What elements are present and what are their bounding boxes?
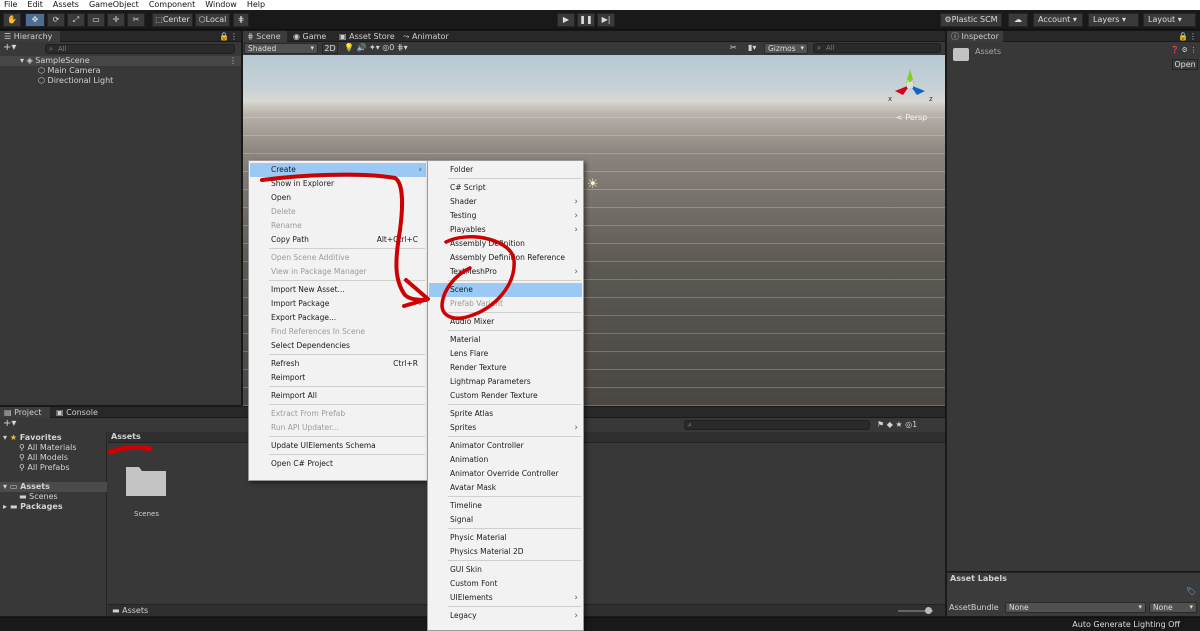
annotation-overlay (107, 172, 516, 455)
annotation-circle (440, 235, 516, 320)
annotation-underline (107, 444, 153, 455)
annotation-arrow (260, 172, 428, 302)
annotation-arrowhead (402, 278, 430, 308)
